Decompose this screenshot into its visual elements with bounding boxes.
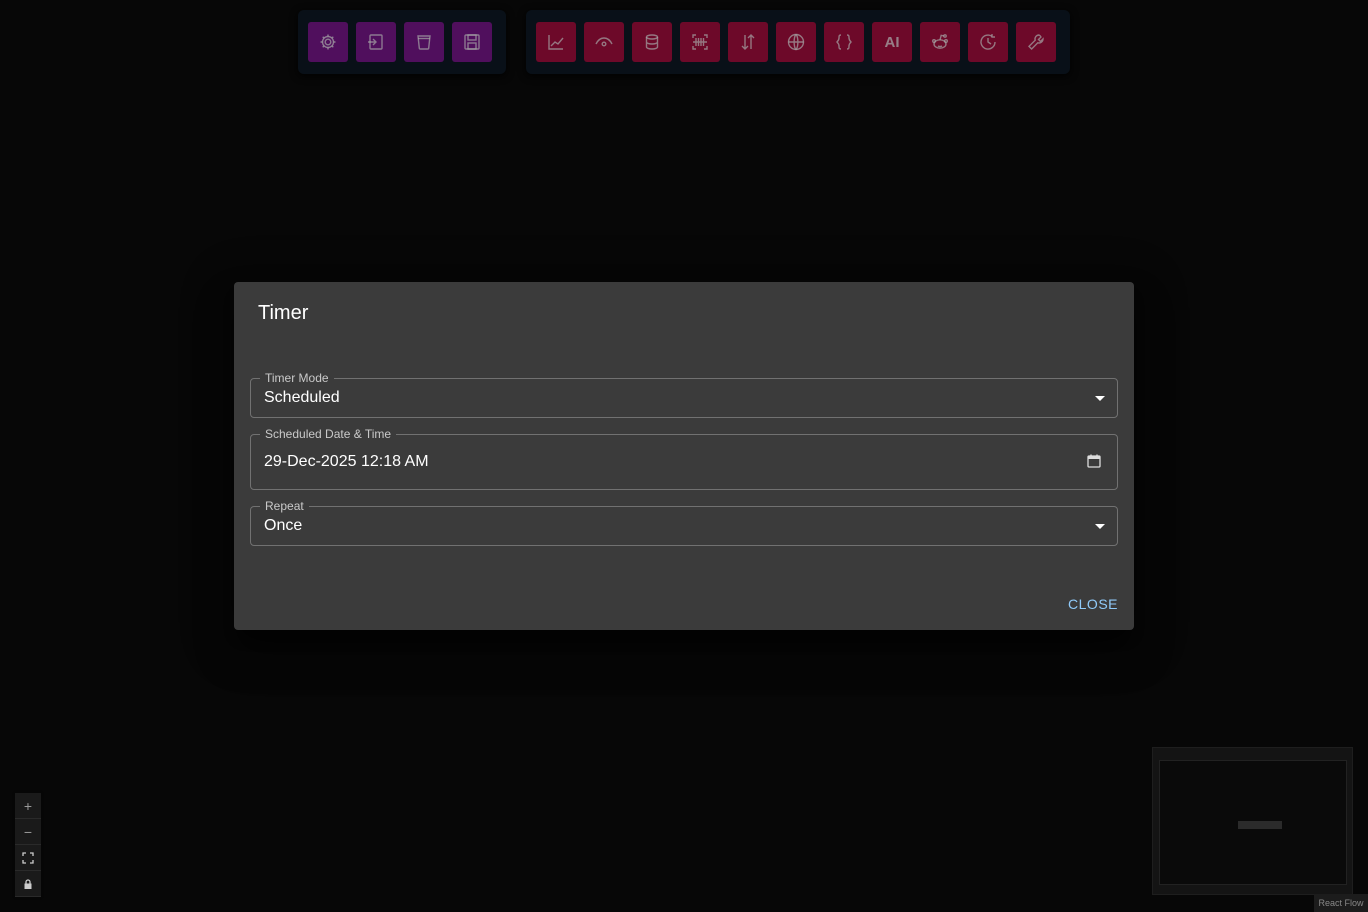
zoom-out-button[interactable]: − xyxy=(15,819,41,845)
calendar-icon[interactable] xyxy=(1087,454,1101,468)
react-flow-attribution[interactable]: React Flow xyxy=(1314,894,1368,912)
repeat-value: Once xyxy=(264,517,303,534)
fit-view-button[interactable] xyxy=(15,845,41,871)
scheduled-datetime-label: Scheduled Date & Time xyxy=(260,427,397,441)
minimap-node xyxy=(1238,821,1282,829)
timer-mode-label: Timer Mode xyxy=(260,371,334,385)
minimap-viewport[interactable] xyxy=(1159,760,1347,885)
flow-controls: + − xyxy=(15,793,41,897)
zoom-in-button[interactable]: + xyxy=(15,793,41,819)
timer-mode-value: Scheduled xyxy=(264,389,340,406)
timer-mode-select[interactable]: Timer Mode Scheduled xyxy=(250,371,1118,418)
plus-icon: + xyxy=(23,797,33,814)
chevron-down-icon xyxy=(1095,396,1105,401)
repeat-select[interactable]: Repeat Once xyxy=(250,499,1118,546)
timer-dialog: Timer Timer Mode Scheduled Scheduled Dat… xyxy=(234,282,1134,630)
minimap[interactable] xyxy=(1152,747,1353,895)
dialog-title: Timer xyxy=(258,302,309,324)
scheduled-datetime-value: 29-Dec-2025 12:18 AM xyxy=(264,453,429,470)
lock-icon xyxy=(24,878,32,889)
repeat-label: Repeat xyxy=(260,499,309,513)
fit-view-icon xyxy=(22,851,34,864)
lock-button[interactable] xyxy=(15,871,41,897)
chevron-down-icon xyxy=(1095,524,1105,529)
minus-icon: − xyxy=(23,823,33,840)
scheduled-datetime-input[interactable]: Scheduled Date & Time 29-Dec-2025 12:18 … xyxy=(250,427,1118,490)
close-button[interactable]: CLOSE xyxy=(1068,596,1118,612)
